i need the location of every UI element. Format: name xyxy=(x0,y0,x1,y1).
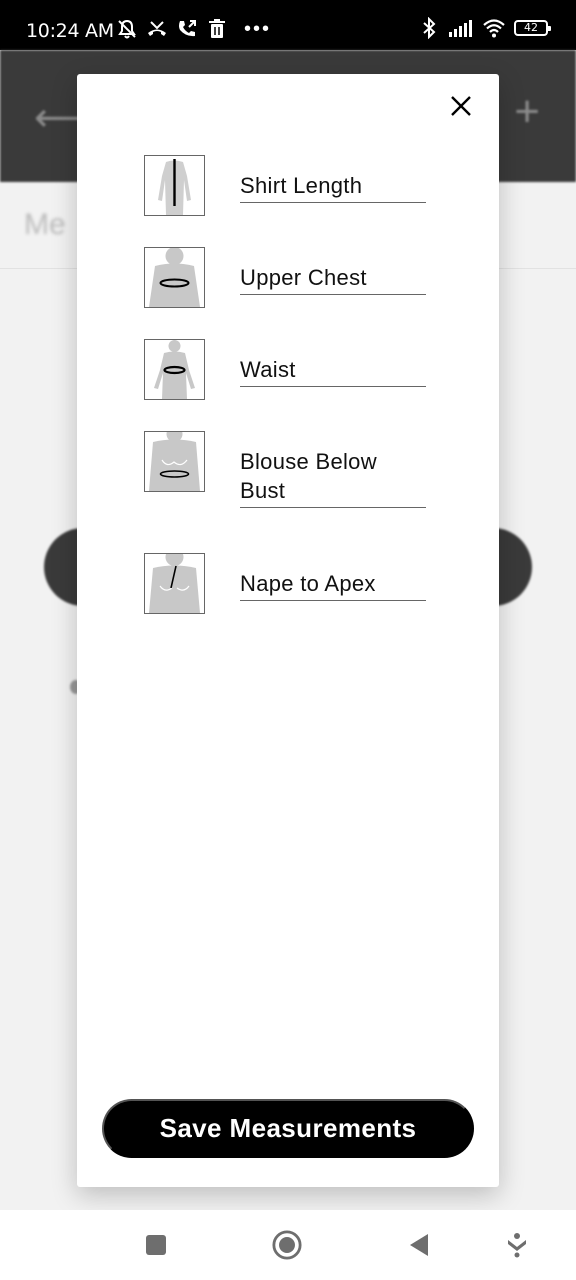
upper-chest-figure-icon xyxy=(144,247,205,308)
trash-icon xyxy=(209,19,225,38)
nape-to-apex-field[interactable]: Nape to Apex xyxy=(240,569,426,601)
measurements-dialog: Shirt Length Upper Chest Waist Blouse Be… xyxy=(77,74,499,1187)
save-measurements-button[interactable]: Save Measurements xyxy=(102,1099,474,1158)
shirt-length-field[interactable]: Shirt Length xyxy=(240,171,426,203)
back-triangle-icon xyxy=(410,1234,428,1256)
upper-chest-field[interactable]: Upper Chest xyxy=(240,263,426,295)
close-button[interactable] xyxy=(446,91,476,121)
nape-to-apex-figure-icon xyxy=(144,553,205,614)
battery-icon: 42 xyxy=(514,20,551,36)
recents-button[interactable] xyxy=(141,1230,171,1260)
status-time: 10:24 AM xyxy=(26,20,114,42)
wifi-icon xyxy=(483,19,505,38)
missed-call-icon xyxy=(148,21,166,36)
system-nav-bar xyxy=(0,1210,576,1280)
back-button[interactable] xyxy=(404,1230,434,1260)
waist-field[interactable]: Waist xyxy=(240,355,426,387)
call-forward-icon xyxy=(179,20,196,37)
bluetooth-icon xyxy=(423,17,436,39)
home-button[interactable] xyxy=(272,1230,302,1260)
more-dots-icon: ••• xyxy=(244,18,272,40)
shirt-length-figure-icon xyxy=(144,155,205,216)
recents-square-icon xyxy=(146,1235,166,1255)
home-circle-icon xyxy=(272,1230,302,1260)
background-title: Me xyxy=(24,208,66,241)
signal-icon xyxy=(449,20,472,37)
status-notification-icons: ••• xyxy=(116,18,271,40)
add-icon: + xyxy=(514,87,540,136)
close-icon xyxy=(451,96,471,116)
mute-icon xyxy=(118,19,136,39)
blouse-below-bust-figure-icon xyxy=(144,431,205,492)
blouse-below-bust-field[interactable]: Blouse Below Bust xyxy=(240,447,426,508)
waist-figure-icon xyxy=(144,339,205,400)
assist-down-icon xyxy=(508,1233,526,1258)
status-system-icons: 42 xyxy=(418,17,551,39)
status-bar: 10:24 AM ••• 42 xyxy=(0,0,576,50)
assist-button[interactable] xyxy=(502,1230,532,1260)
